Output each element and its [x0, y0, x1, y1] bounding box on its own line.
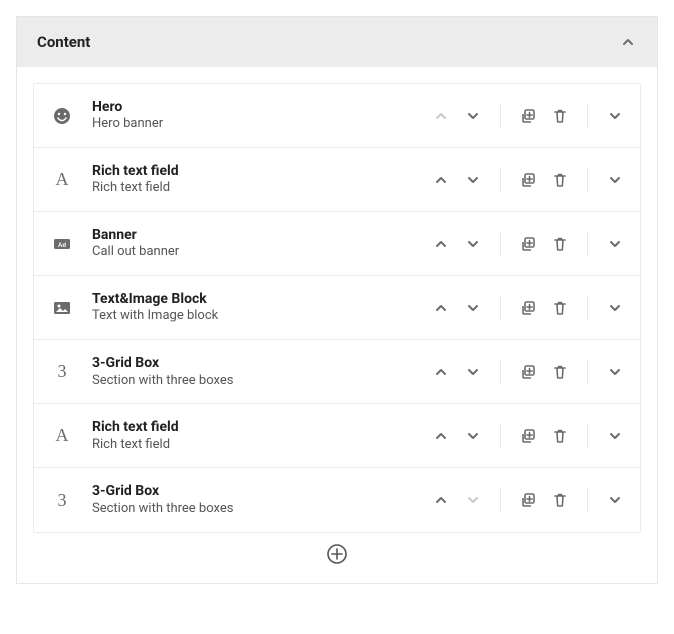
delete-button[interactable] — [551, 235, 569, 253]
duplicate-button[interactable] — [519, 299, 537, 317]
move-up-button[interactable] — [432, 171, 450, 189]
item-subtitle: Hero banner — [92, 116, 432, 133]
collapse-panel-icon[interactable] — [619, 33, 637, 51]
item-subtitle: Rich text field — [92, 437, 432, 454]
move-down-button — [464, 491, 482, 509]
expand-item-button[interactable] — [606, 299, 624, 317]
expand-item-button[interactable] — [606, 363, 624, 381]
action-divider — [587, 424, 588, 448]
action-divider — [587, 360, 588, 384]
content-item-row: Text&Image BlockText with Image block — [34, 276, 640, 340]
action-divider — [500, 168, 501, 192]
items-list: HeroHero bannerARich text fieldRich text… — [33, 83, 641, 533]
expand-item-button[interactable] — [606, 107, 624, 125]
item-text: Rich text fieldRich text field — [92, 162, 432, 197]
item-title: Rich text field — [92, 162, 432, 180]
item-type-icon — [50, 232, 74, 256]
delete-button[interactable] — [551, 491, 569, 509]
item-type-icon: A — [50, 424, 74, 448]
item-text: Rich text fieldRich text field — [92, 418, 432, 453]
duplicate-button[interactable] — [519, 107, 537, 125]
item-type-icon: 3 — [50, 360, 74, 384]
add-row — [33, 533, 641, 567]
delete-button[interactable] — [551, 171, 569, 189]
action-divider — [587, 104, 588, 128]
expand-item-button[interactable] — [606, 171, 624, 189]
item-type-icon: A — [50, 168, 74, 192]
action-divider — [587, 232, 588, 256]
item-subtitle: Call out banner — [92, 244, 432, 261]
item-text: BannerCall out banner — [92, 226, 432, 261]
item-actions — [432, 232, 624, 256]
content-item-row: A Rich text fieldRich text field — [34, 404, 640, 468]
item-subtitle: Rich text field — [92, 180, 432, 197]
action-divider — [500, 360, 501, 384]
move-up-button — [432, 107, 450, 125]
item-text: Text&Image BlockText with Image block — [92, 290, 432, 325]
move-down-button[interactable] — [464, 427, 482, 445]
content-item-row: BannerCall out banner — [34, 212, 640, 276]
item-title: 3-Grid Box — [92, 354, 432, 372]
duplicate-button[interactable] — [519, 491, 537, 509]
content-item-row: 3 3-Grid BoxSection with three boxes — [34, 468, 640, 531]
move-up-button[interactable] — [432, 363, 450, 381]
item-type-icon: 3 — [50, 488, 74, 512]
move-down-button[interactable] — [464, 171, 482, 189]
delete-button[interactable] — [551, 427, 569, 445]
move-up-button[interactable] — [432, 299, 450, 317]
action-divider — [587, 488, 588, 512]
move-up-button[interactable] — [432, 491, 450, 509]
expand-item-button[interactable] — [606, 491, 624, 509]
item-actions — [432, 104, 624, 128]
move-down-button[interactable] — [464, 107, 482, 125]
panel-header[interactable]: Content — [17, 17, 657, 67]
move-down-button[interactable] — [464, 299, 482, 317]
content-item-row: 3 3-Grid BoxSection with three boxes — [34, 340, 640, 404]
move-up-button[interactable] — [432, 235, 450, 253]
panel-body: HeroHero bannerARich text fieldRich text… — [17, 67, 657, 583]
move-down-button[interactable] — [464, 235, 482, 253]
add-item-button[interactable] — [326, 543, 348, 565]
action-divider — [500, 232, 501, 256]
item-subtitle: Section with three boxes — [92, 501, 432, 518]
item-actions — [432, 168, 624, 192]
item-text: 3-Grid BoxSection with three boxes — [92, 482, 432, 517]
expand-item-button[interactable] — [606, 235, 624, 253]
action-divider — [500, 488, 501, 512]
delete-button[interactable] — [551, 363, 569, 381]
action-divider — [587, 168, 588, 192]
panel-title: Content — [37, 33, 90, 51]
item-type-icon — [50, 104, 74, 128]
duplicate-button[interactable] — [519, 427, 537, 445]
item-actions — [432, 296, 624, 320]
content-panel: Content HeroHero bannerARich text fieldR… — [16, 16, 658, 584]
item-actions — [432, 360, 624, 384]
item-title: 3-Grid Box — [92, 482, 432, 500]
move-up-button[interactable] — [432, 427, 450, 445]
item-subtitle: Text with Image block — [92, 308, 432, 325]
move-down-button[interactable] — [464, 363, 482, 381]
duplicate-button[interactable] — [519, 235, 537, 253]
item-subtitle: Section with three boxes — [92, 373, 432, 390]
item-actions — [432, 488, 624, 512]
delete-button[interactable] — [551, 299, 569, 317]
expand-item-button[interactable] — [606, 427, 624, 445]
action-divider — [500, 104, 501, 128]
item-title: Text&Image Block — [92, 290, 432, 308]
content-item-row: A Rich text fieldRich text field — [34, 148, 640, 212]
item-title: Rich text field — [92, 418, 432, 436]
item-title: Hero — [92, 98, 432, 116]
action-divider — [587, 296, 588, 320]
action-divider — [500, 296, 501, 320]
item-text: 3-Grid BoxSection with three boxes — [92, 354, 432, 389]
item-type-icon — [50, 296, 74, 320]
duplicate-button[interactable] — [519, 171, 537, 189]
item-text: HeroHero banner — [92, 98, 432, 133]
item-title: Banner — [92, 226, 432, 244]
duplicate-button[interactable] — [519, 363, 537, 381]
delete-button[interactable] — [551, 107, 569, 125]
item-actions — [432, 424, 624, 448]
content-item-row: HeroHero banner — [34, 84, 640, 148]
action-divider — [500, 424, 501, 448]
